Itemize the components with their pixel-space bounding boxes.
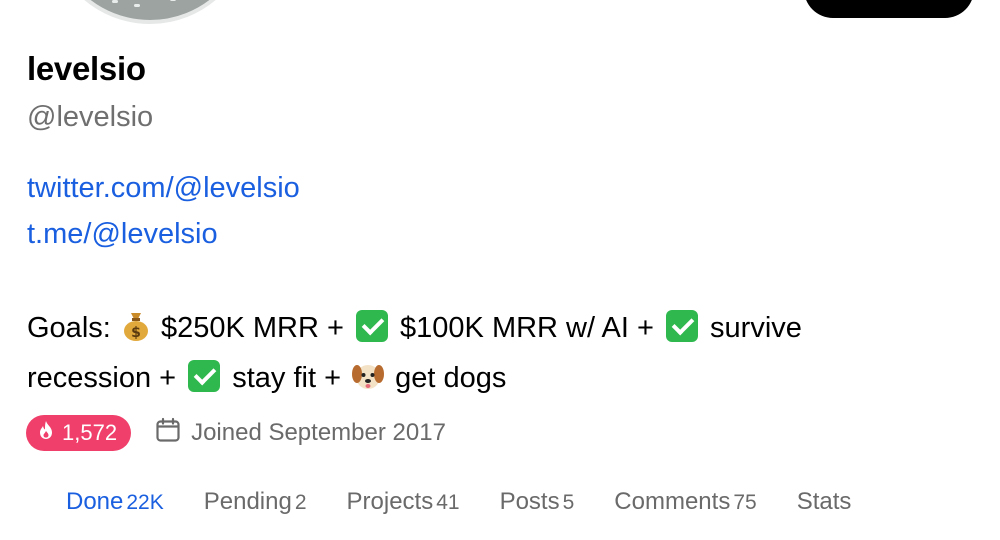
tab-count: 22K <box>126 491 164 514</box>
profile-tabs: Done 22K Pending 2 Projects 41 Posts 5 Comme… <box>46 478 871 526</box>
streak-count: 1,572 <box>62 420 118 445</box>
tab-done[interactable]: Done 22K <box>46 478 184 526</box>
money-bag-icon: $ <box>121 310 151 356</box>
check-mark-icon <box>188 360 221 392</box>
tab-pending[interactable]: Pending 2 <box>184 478 327 526</box>
tab-posts[interactable]: Posts 5 <box>480 478 595 526</box>
bio-line-2: recession + stay fit + get dogs <box>27 356 927 406</box>
check-mark-icon <box>665 310 698 342</box>
streak-badge[interactable]: 1,572 <box>26 415 132 451</box>
dog-face-icon <box>351 360 385 406</box>
bio-goals-prefix: Goals: <box>27 312 111 344</box>
tab-label: Projects <box>346 488 434 515</box>
bio-text-recession: recession + <box>27 362 177 394</box>
profile-meta: 1,572 Joined September 2017 <box>26 414 446 452</box>
join-date-text: Joined September 2017 <box>191 419 446 446</box>
join-date: Joined September 2017 <box>155 417 446 450</box>
bio-line-1: Goals: $ $250K MRR + $100K MRR w/ AI + s… <box>27 306 927 356</box>
tab-count: 75 <box>733 491 757 514</box>
tab-label: Stats <box>796 488 852 515</box>
profile-handle: @levelsio <box>27 101 154 133</box>
svg-text:$: $ <box>131 325 141 341</box>
follow-button[interactable] <box>804 0 974 18</box>
bio-goal-2: $100K MRR w/ AI + <box>400 312 654 344</box>
avatar[interactable] <box>48 0 252 24</box>
check-mark-icon <box>355 310 388 342</box>
bio-goal-5: get dogs <box>395 362 507 394</box>
tab-count: 2 <box>294 491 307 514</box>
tab-label: Posts <box>499 488 560 515</box>
flame-icon <box>38 420 54 446</box>
tab-count: 5 <box>562 491 575 514</box>
tab-count: 41 <box>436 491 460 514</box>
profile-name: levelsio <box>27 50 146 87</box>
bio-goal-3: survive <box>710 312 802 344</box>
tab-stats[interactable]: Stats <box>777 478 872 526</box>
profile-bio: Goals: $ $250K MRR + $100K MRR w/ AI + s… <box>27 306 927 406</box>
bio-goal-4: stay fit + <box>232 362 342 394</box>
tab-label: Done <box>66 488 124 515</box>
telegram-link[interactable]: t.me/@levelsio <box>27 218 218 251</box>
tab-projects[interactable]: Projects 41 <box>327 478 480 526</box>
tab-comments[interactable]: Comments 75 <box>594 478 776 526</box>
tab-label: Pending <box>203 488 292 515</box>
bio-goal-1: $250K MRR + <box>160 312 344 344</box>
twitter-link[interactable]: twitter.com/@levelsio <box>27 172 300 205</box>
calendar-icon <box>155 417 181 450</box>
tab-label: Comments <box>614 488 731 515</box>
